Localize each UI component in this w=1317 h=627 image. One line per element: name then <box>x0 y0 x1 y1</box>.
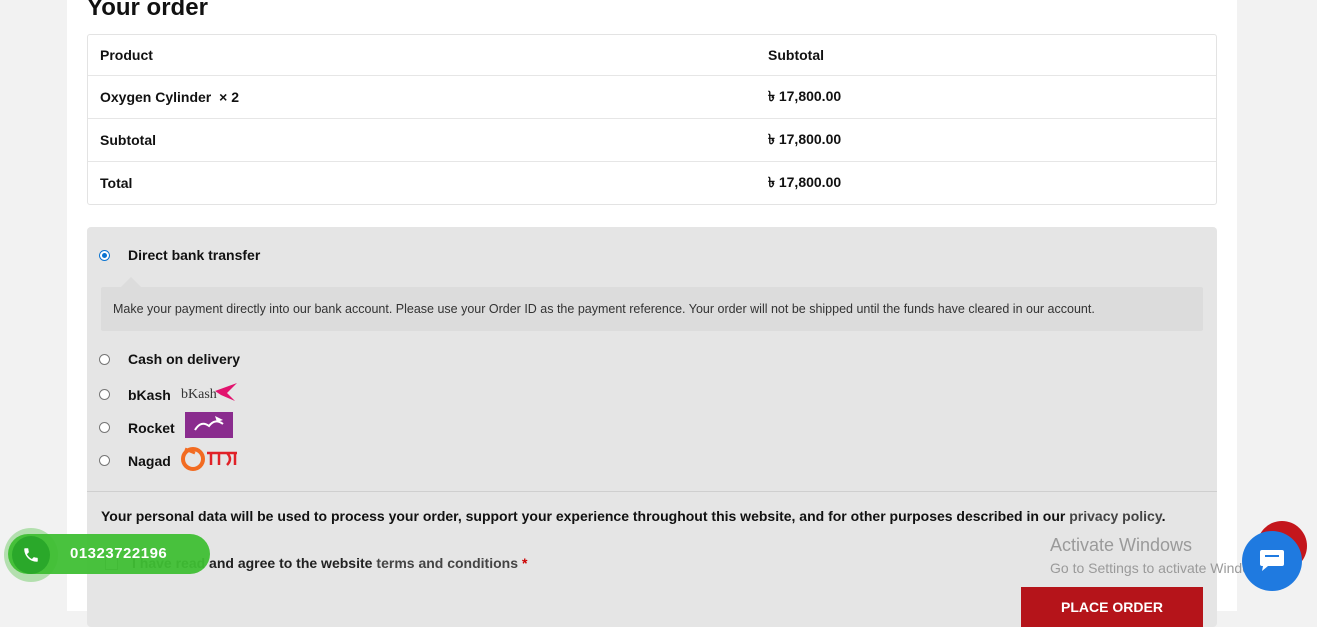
terms-link[interactable]: terms and conditions <box>376 555 518 571</box>
required-asterisk: * <box>522 555 528 571</box>
product-name: Oxygen Cylinder <box>100 89 212 105</box>
radio-bank[interactable] <box>99 249 110 261</box>
bkash-logo-text: bKash <box>181 387 217 402</box>
radio-nagad[interactable] <box>99 455 110 466</box>
payment-option-cod[interactable]: Cash on delivery <box>99 351 240 367</box>
product-cell: Oxygen Cylinder × 2 <box>88 89 768 105</box>
checkout-page: Your order Product Subtotal Oxygen Cylin… <box>67 0 1237 627</box>
total-row: Total ৳ 17,800.00 <box>88 162 1216 204</box>
radio-bkash[interactable] <box>99 389 110 400</box>
order-summary-table: Product Subtotal Oxygen Cylinder × 2 ৳ 1… <box>87 34 1217 205</box>
radio-cod[interactable] <box>99 353 110 365</box>
subtotal-label: Subtotal <box>100 132 156 148</box>
phone-icon[interactable] <box>12 536 50 574</box>
subtotal-value: ৳ 17,800.00 <box>768 131 842 147</box>
table-row: Oxygen Cylinder × 2 ৳ 17,800.00 <box>88 76 1216 119</box>
watermark-subtitle: Go to Settings to activate Windows. <box>1050 560 1271 576</box>
radio-rocket[interactable] <box>99 422 110 433</box>
chat-button[interactable] <box>1242 531 1302 591</box>
payment-label[interactable]: Direct bank transfer <box>128 247 260 263</box>
table-header-row: Product Subtotal <box>88 35 1216 76</box>
payment-label[interactable]: Rocket <box>128 420 175 436</box>
bkash-logo-icon: bKash <box>181 379 239 410</box>
header-subtotal: Subtotal <box>768 47 824 63</box>
product-amount: ৳ 17,800.00 <box>768 88 842 104</box>
page-title: Your order <box>87 0 208 21</box>
chat-icon <box>1260 550 1284 571</box>
privacy-text: Your personal data will be used to proce… <box>101 508 1066 524</box>
payment-option-bank[interactable]: Direct bank transfer <box>99 247 260 263</box>
total-label: Total <box>100 175 133 191</box>
privacy-policy-link[interactable]: privacy policy <box>1069 508 1161 524</box>
privacy-notice: Your personal data will be used to proce… <box>101 508 1165 524</box>
nagad-logo-icon <box>180 445 241 476</box>
privacy-end: . <box>1161 508 1166 524</box>
watermark-title: Activate Windows <box>1050 535 1193 555</box>
subtotal-row: Subtotal ৳ 17,800.00 <box>88 119 1216 162</box>
payment-option-nagad[interactable]: Nagad <box>99 445 241 476</box>
bank-description: Make your payment directly into our bank… <box>101 277 1203 331</box>
windows-watermark: Activate Windows Go to Settings to activ… <box>1050 535 1271 576</box>
place-order-button[interactable]: PLACE ORDER <box>1021 587 1203 627</box>
total-value: ৳ 17,800.00 <box>768 174 842 190</box>
payment-methods: Direct bank transfer Make your payment d… <box>87 227 1217 627</box>
payment-label[interactable]: Nagad <box>128 453 171 469</box>
divider <box>87 491 1217 492</box>
header-product: Product <box>100 47 153 63</box>
payment-option-rocket[interactable]: Rocket <box>99 412 233 443</box>
product-qty: × 2 <box>219 89 240 105</box>
payment-option-bkash[interactable]: bKash bKash <box>99 379 239 410</box>
payment-label[interactable]: bKash <box>128 387 171 403</box>
phone-number[interactable]: 01323722196 <box>70 545 167 562</box>
rocket-logo-icon <box>184 412 233 443</box>
payment-label[interactable]: Cash on delivery <box>128 351 240 367</box>
